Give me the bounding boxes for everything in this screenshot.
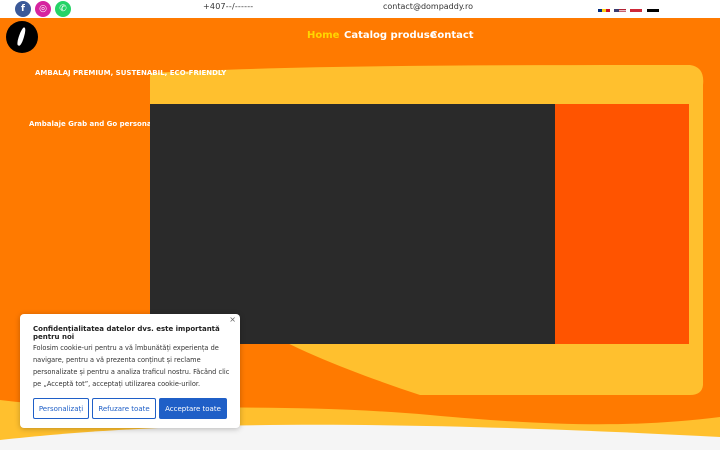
cookie-description: Folosim cookie-uri pentru a vă îmbunătăț… (33, 344, 230, 388)
us-flag-icon[interactable] (614, 3, 626, 12)
top-bar: f ◎ ✆ +407--/------ contact@dompaddy.ro (0, 0, 720, 18)
nav-catalog[interactable]: Catalog produse (344, 30, 437, 41)
logo-mark-icon (16, 26, 27, 47)
accept-all-button[interactable]: Acceptare toate (159, 398, 227, 419)
close-icon[interactable]: × (229, 315, 236, 324)
ro-flag-icon[interactable] (598, 3, 610, 12)
hero-media-side-panel (555, 104, 689, 344)
hu-flag-icon[interactable] (630, 3, 642, 12)
hero-title: AMBALAJ PREMIUM, SUSTENABIL, ECO-FRIENDL… (35, 69, 227, 77)
facebook-icon[interactable]: f (15, 1, 31, 17)
cookie-title: Confidențialitatea datelor dvs. este imp… (33, 325, 220, 341)
customize-button[interactable]: Personalizați (33, 398, 89, 419)
nav-home[interactable]: Home (307, 30, 339, 41)
de-flag-icon[interactable] (647, 3, 659, 12)
reject-all-button[interactable]: Refuzare toate (92, 398, 156, 419)
phone-number[interactable]: +407--/------ (203, 2, 253, 11)
nav-contact[interactable]: Contact (430, 30, 474, 41)
whatsapp-icon[interactable]: ✆ (55, 1, 71, 17)
site-logo[interactable] (6, 21, 38, 53)
contact-email[interactable]: contact@dompaddy.ro (383, 2, 473, 11)
instagram-icon[interactable]: ◎ (35, 1, 51, 17)
hero-media[interactable] (150, 104, 555, 344)
cookie-consent-dialog: × Confidențialitatea datelor dvs. este i… (20, 314, 240, 428)
